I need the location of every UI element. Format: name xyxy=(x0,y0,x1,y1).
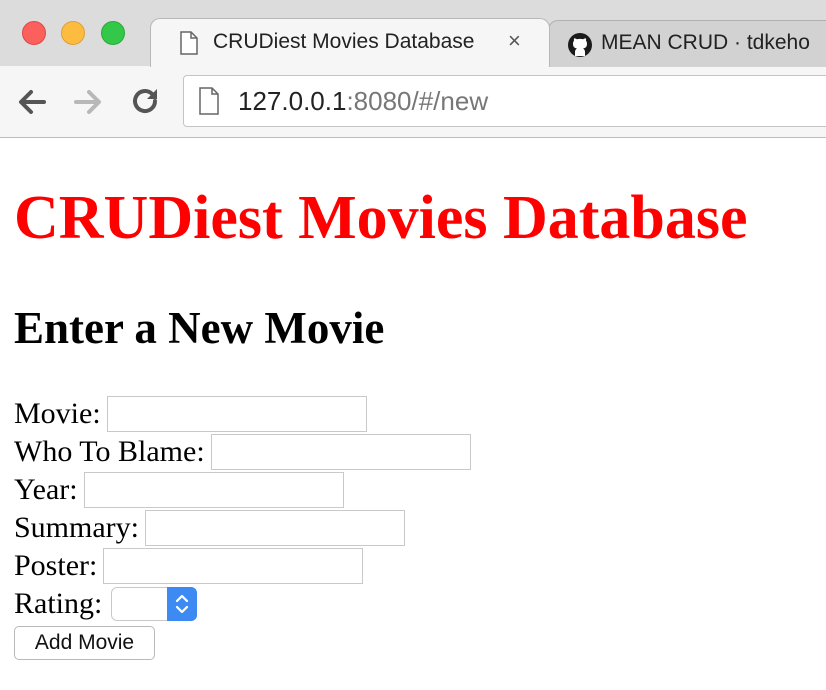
poster-input[interactable] xyxy=(103,548,364,585)
summary-row: Summary: xyxy=(14,507,471,547)
minimize-window-button[interactable] xyxy=(61,21,85,45)
rating-label: Rating: xyxy=(14,587,103,621)
tab-title: CRUDiest Movies Database xyxy=(213,30,475,53)
reload-icon[interactable] xyxy=(127,84,163,120)
movie-input[interactable] xyxy=(106,396,367,433)
blame-input[interactable] xyxy=(210,434,471,471)
tab-active[interactable]: CRUDiest Movies Database × xyxy=(150,18,550,67)
tab-title: MEAN CRUD · tdkeho xyxy=(601,31,810,54)
site-title: CRUDiest Movies Database xyxy=(14,184,748,252)
url-host: 127.0.0.1 xyxy=(238,86,347,116)
poster-label: Poster: xyxy=(14,549,98,583)
summary-input[interactable] xyxy=(145,510,405,547)
movie-row: Movie: xyxy=(14,393,471,433)
tab-close-icon[interactable]: × xyxy=(508,28,521,54)
page-icon xyxy=(198,86,220,123)
summary-label: Summary: xyxy=(14,511,139,545)
select-chevron-icon xyxy=(167,587,198,622)
browser-tab-strip: CRUDiest Movies Database × MEAN CRUD · t… xyxy=(0,0,826,67)
submit-row: Add Movie xyxy=(14,621,471,660)
add-movie-button[interactable]: Add Movie xyxy=(14,626,155,660)
url-text: 127.0.0.1:8080/#/new xyxy=(238,86,488,117)
forward-arrow-icon[interactable] xyxy=(70,84,106,120)
blame-row: Who To Blame: xyxy=(14,431,471,471)
page-icon xyxy=(179,31,199,61)
browser-toolbar: 127.0.0.1:8080/#/new xyxy=(0,66,826,138)
close-window-button[interactable] xyxy=(22,21,46,45)
year-input[interactable] xyxy=(83,472,344,509)
year-label: Year: xyxy=(14,473,78,507)
poster-row: Poster: xyxy=(14,545,471,585)
new-movie-form: Movie: Who To Blame: Year: Summary: Post… xyxy=(14,393,471,660)
rating-row: Rating: xyxy=(14,583,471,622)
blame-label: Who To Blame: xyxy=(14,435,205,469)
address-bar[interactable]: 127.0.0.1:8080/#/new xyxy=(183,75,826,127)
back-arrow-icon[interactable] xyxy=(14,84,50,120)
movie-label: Movie: xyxy=(14,397,101,431)
tab-inactive[interactable]: MEAN CRUD · tdkeho xyxy=(548,20,826,67)
rating-select[interactable] xyxy=(111,587,198,622)
url-path: :8080/#/new xyxy=(346,86,489,116)
year-row: Year: xyxy=(14,469,471,509)
github-icon xyxy=(567,32,593,64)
zoom-window-button[interactable] xyxy=(101,21,125,45)
form-title: Enter a New Movie xyxy=(14,303,385,353)
